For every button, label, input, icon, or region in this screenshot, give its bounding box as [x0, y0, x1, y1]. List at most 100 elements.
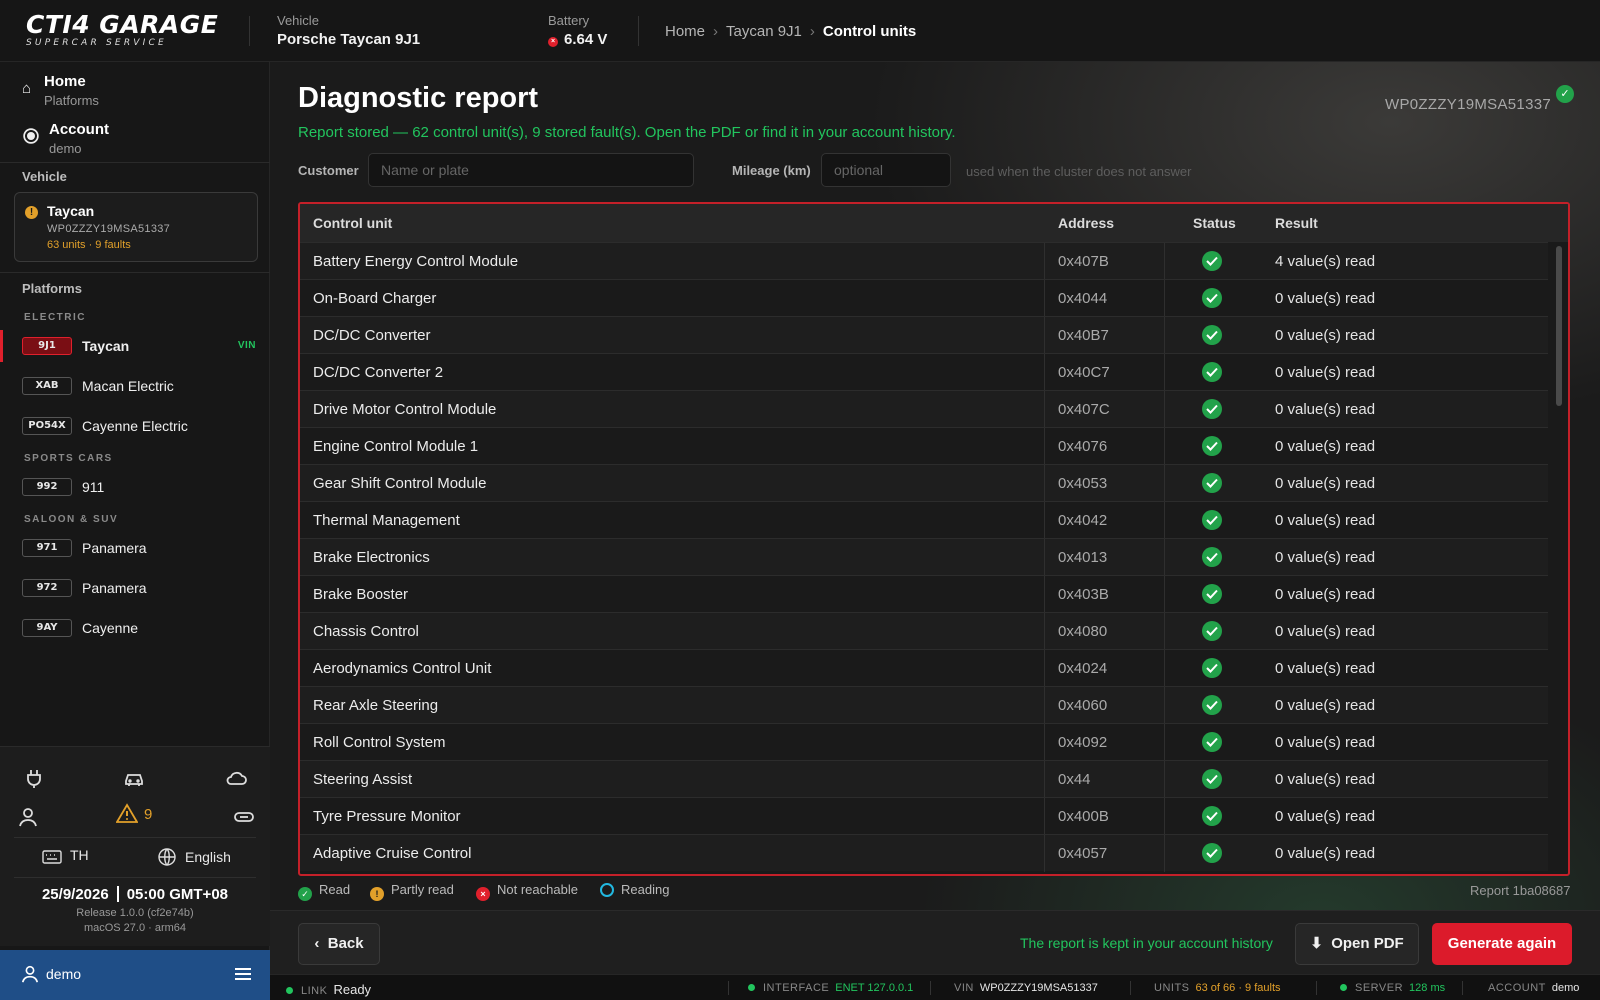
status-value: demo — [1551, 982, 1580, 994]
hamburger-menu-icon[interactable] — [234, 966, 252, 982]
table-row[interactable]: Brake Booster 0x403B 0 value(s) read — [300, 575, 1548, 613]
open-pdf-button[interactable]: ⬇ Open PDF — [1295, 923, 1419, 965]
table-row[interactable]: Drive Motor Control Module 0x407C 0 value(… — [300, 390, 1548, 428]
column-header-control-unit[interactable]: Control unit — [313, 215, 392, 231]
table-row[interactable]: Steering Assist 0x44 0 value(s) read — [300, 760, 1548, 798]
column-header-result[interactable]: Result — [1275, 215, 1318, 231]
legend-not-reachable: × Not reachable — [476, 882, 578, 901]
car-icon[interactable] — [123, 767, 147, 791]
breadcrumb-vehicle[interactable]: Taycan 9J1 — [726, 23, 802, 40]
user-bar[interactable]: demo — [0, 950, 270, 1000]
control-unit-name: Rear Axle Steering — [313, 697, 439, 714]
language-selector[interactable]: English — [157, 847, 231, 867]
status-ok-icon — [1202, 362, 1222, 382]
scrollbar-thumb[interactable] — [1556, 246, 1562, 406]
generate-again-button[interactable]: Generate again — [1432, 923, 1572, 965]
control-unit-address: 0x4013 — [1058, 549, 1108, 566]
globe-icon — [158, 848, 176, 866]
control-unit-address: 0x40B7 — [1058, 327, 1109, 344]
table-row[interactable]: Battery Energy Control Module 0x407B 4 val… — [300, 242, 1548, 280]
back-button[interactable]: ‹ Back — [298, 923, 380, 965]
vehicle-value: Porsche Taycan 9J1 — [277, 31, 421, 48]
column-divider — [1164, 354, 1165, 391]
home-icon: ⌂ — [22, 80, 32, 97]
column-divider — [1164, 724, 1165, 761]
table-row[interactable]: DC/DC Converter 2 0x40C7 0 value(s) read — [300, 353, 1548, 391]
column-divider — [1044, 465, 1045, 502]
vehicle-card[interactable]: ! Taycan WP0ZZZY19MSA51337 63 units · 9 … — [14, 192, 258, 262]
control-unit-name: Battery Energy Control Module — [313, 253, 519, 270]
table-row[interactable]: Gear Shift Control Module 0x4053 0 value(s… — [300, 464, 1548, 502]
cloud-icon[interactable] — [225, 767, 249, 791]
column-header-address[interactable]: Address — [1058, 215, 1114, 231]
control-unit-name: Drive Motor Control Module — [313, 401, 497, 418]
link-icon[interactable] — [233, 806, 257, 830]
table-row[interactable]: Chassis Control 0x4080 0 value(s) read — [300, 612, 1548, 650]
keyboard-icon — [42, 850, 62, 864]
table-row[interactable]: Thermal Management 0x4042 0 value(s) read — [300, 501, 1548, 539]
divider — [1316, 981, 1317, 995]
user-icon[interactable] — [17, 806, 41, 830]
control-unit-name: Brake Booster — [313, 586, 409, 603]
table-row[interactable]: Rear Axle Steering 0x4060 0 value(s) read — [300, 686, 1548, 724]
control-unit-address: 0x407C — [1058, 401, 1110, 418]
table-row[interactable]: Tyre Pressure Monitor 0x400B 0 value(s) re… — [300, 797, 1548, 835]
customer-label: Customer — [298, 163, 359, 178]
table-row[interactable]: Engine Control Module 1 0x4076 0 value(s) … — [300, 427, 1548, 465]
warning-triangle-icon — [115, 803, 139, 823]
platform-item-cayenne-electric[interactable]: PO54X Cayenne Electric — [0, 410, 270, 442]
mileage-label: Mileage (km) — [732, 163, 811, 178]
platform-item-taycan[interactable]: 9J1 Taycan VIN — [0, 330, 270, 362]
column-divider — [1164, 465, 1165, 502]
table-row[interactable]: DC/DC Converter 0x40B7 0 value(s) read — [300, 316, 1548, 354]
sidebar-item-home[interactable]: ⌂ Home Platforms — [0, 66, 270, 112]
group-label-saloon: SALOON & SUV — [24, 514, 119, 525]
control-unit-address: 0x4042 — [1058, 512, 1108, 529]
legend-label: Read — [319, 882, 351, 897]
table-row[interactable]: Aerodynamics Control Unit 0x4024 0 value(s… — [300, 649, 1548, 687]
platform-item-panamera-972[interactable]: 972 Panamera — [0, 572, 270, 604]
platform-item-911[interactable]: 992 911 — [0, 471, 270, 503]
page-title: Diagnostic report — [298, 82, 539, 114]
column-header-status[interactable]: Status — [1193, 215, 1236, 231]
status-ok-icon — [1202, 288, 1222, 308]
platform-code: 9AY — [22, 619, 72, 637]
keyboard-layout-selector[interactable]: TH — [42, 847, 89, 865]
sidebar-item-account[interactable]: Account demo — [0, 114, 270, 160]
status-value: ENET 127.0.0.1 — [835, 982, 914, 994]
control-unit-result: 0 value(s) read — [1275, 290, 1376, 307]
status-key: SERVER — [1355, 982, 1404, 994]
date-time: 25/9/2026 05:00 GMT+08 — [0, 886, 270, 903]
table-body[interactable]: Battery Energy Control Module 0x407B 4 val… — [300, 242, 1568, 874]
status-ok-icon — [1202, 843, 1222, 863]
platform-code: 9J1 — [22, 337, 72, 355]
platform-code: PO54X — [22, 417, 72, 435]
table-row[interactable]: Adaptive Cruise Control 0x4057 0 value(s) … — [300, 834, 1548, 872]
table-row[interactable]: Roll Control System 0x4092 0 value(s) read — [300, 723, 1548, 761]
column-divider — [1164, 687, 1165, 724]
table-row[interactable]: On-Board Charger 0x4044 0 value(s) read — [300, 279, 1548, 317]
platform-item-panamera-971[interactable]: 971 Panamera — [0, 532, 270, 564]
brand-logo[interactable]: CTI4 GARAGE SUPERCAR SERVICE — [26, 12, 218, 49]
radio-icon — [23, 128, 39, 144]
platform-name: Taycan — [82, 338, 130, 354]
status-key: INTERFACE — [763, 982, 830, 994]
status-ok-icon — [1202, 584, 1222, 604]
vehicle-card-name: Taycan — [47, 203, 95, 219]
plug-icon[interactable] — [23, 767, 47, 791]
table-scrollbar[interactable] — [1552, 242, 1566, 874]
platform-item-macan-electric[interactable]: XAB Macan Electric — [0, 370, 270, 402]
platform-code: 992 — [22, 478, 72, 496]
legend-label: Not reachable — [497, 882, 578, 897]
fault-warning[interactable]: 9 — [115, 803, 152, 823]
platforms-section-title: Platforms — [22, 281, 82, 296]
mileage-input[interactable] — [821, 153, 951, 187]
table-header: Control unit Address Status Result — [300, 204, 1568, 242]
customer-input[interactable] — [368, 153, 694, 187]
status-interface: INTERFACE ENET 127.0.0.1 — [748, 982, 913, 994]
battery-value: 6.64 V — [564, 31, 608, 48]
breadcrumb-home[interactable]: Home — [665, 23, 705, 40]
table-row[interactable]: Brake Electronics 0x4013 0 value(s) read — [300, 538, 1548, 576]
control-unit-result: 0 value(s) read — [1275, 438, 1376, 455]
platform-item-cayenne[interactable]: 9AY Cayenne — [0, 612, 270, 644]
